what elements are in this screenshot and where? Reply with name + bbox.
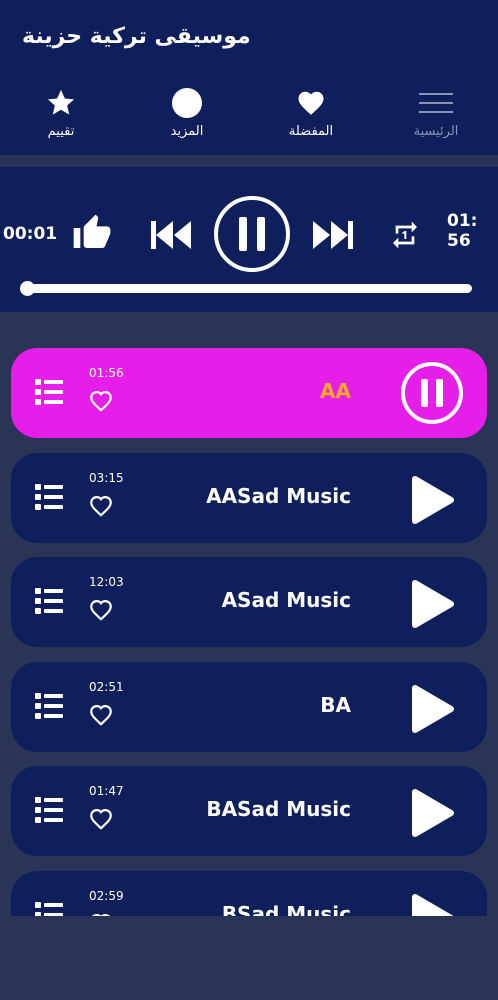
song-item[interactable]: 01:56 AA: [11, 348, 487, 438]
nav-rate-label: تقييم: [47, 124, 75, 139]
nav-more[interactable]: المزيد: [132, 88, 242, 148]
favorite-heart-icon[interactable]: [87, 806, 115, 836]
hamburger-icon: [419, 93, 453, 113]
song-title: BASad Music: [206, 797, 351, 821]
nav-more-label: المزيد: [170, 124, 204, 139]
list-menu-icon[interactable]: [35, 483, 63, 515]
song-title: ASad Music: [221, 588, 351, 612]
song-title: AA: [320, 379, 351, 403]
next-icon[interactable]: [310, 215, 356, 255]
progress-bar[interactable]: [20, 281, 472, 296]
bottom-area: [0, 916, 498, 1000]
song-title: BA: [320, 692, 351, 717]
repeat-one-icon[interactable]: [388, 219, 422, 251]
heart-icon: [298, 91, 324, 115]
previous-icon[interactable]: [148, 215, 194, 255]
song-duration: 01:47: [89, 784, 124, 798]
nav-favorites-label: المفضلة: [288, 124, 334, 139]
list-menu-icon[interactable]: [35, 796, 63, 828]
play-button[interactable]: [409, 684, 455, 738]
song-item[interactable]: 03:15 AASad Music: [11, 452, 487, 543]
pause-button[interactable]: [213, 195, 291, 273]
app-title: موسيقى تركية حزينة: [22, 24, 251, 49]
song-title: AASad Music: [206, 483, 351, 508]
song-item[interactable]: 02:51 BA: [11, 661, 487, 752]
app-header: موسيقى تركية حزينة تقييم المزيد المفضلة …: [0, 0, 498, 155]
player-panel: 00:01 01:56: [0, 167, 498, 312]
nav-home-label: الرئيسية: [413, 124, 459, 139]
song-title: BSad Music: [221, 901, 351, 917]
list-menu-icon[interactable]: [35, 587, 63, 619]
nav-home[interactable]: الرئيسية: [381, 88, 491, 148]
nav-favorites[interactable]: المفضلة: [256, 88, 366, 148]
thumbs-up-icon[interactable]: [70, 213, 114, 253]
star-icon: [47, 89, 75, 115]
pause-button[interactable]: [400, 361, 464, 429]
play-button[interactable]: [409, 475, 455, 529]
song-item[interactable]: 02:59 BSad Music: [11, 870, 487, 917]
play-button[interactable]: [409, 579, 455, 633]
play-button[interactable]: [409, 893, 455, 916]
song-duration: 02:51: [89, 679, 124, 694]
song-duration: 02:59: [89, 888, 124, 903]
song-duration: 01:56: [89, 366, 124, 380]
total-time: 01:56: [447, 211, 478, 251]
song-item[interactable]: 12:03 ASad Music: [11, 557, 487, 647]
progress-knob[interactable]: [20, 281, 35, 296]
song-duration: 03:15: [89, 470, 124, 485]
circle-icon: [172, 88, 202, 118]
song-list: 01:56 AA 03:15 AASad Music 12:03 ASad Music 02…: [0, 348, 498, 916]
song-duration: 12:03: [89, 575, 124, 589]
favorite-heart-icon[interactable]: [87, 388, 115, 418]
favorite-heart-icon[interactable]: [87, 493, 115, 523]
play-button[interactable]: [409, 788, 455, 842]
list-menu-icon[interactable]: [35, 901, 63, 916]
nav-rate[interactable]: تقييم: [6, 88, 116, 148]
list-menu-icon[interactable]: [35, 378, 63, 410]
list-menu-icon[interactable]: [35, 692, 63, 724]
favorite-heart-icon[interactable]: [87, 702, 115, 732]
current-time: 00:01: [3, 224, 58, 244]
song-item[interactable]: 01:47 BASad Music: [11, 766, 487, 856]
favorite-heart-icon[interactable]: [87, 597, 115, 627]
